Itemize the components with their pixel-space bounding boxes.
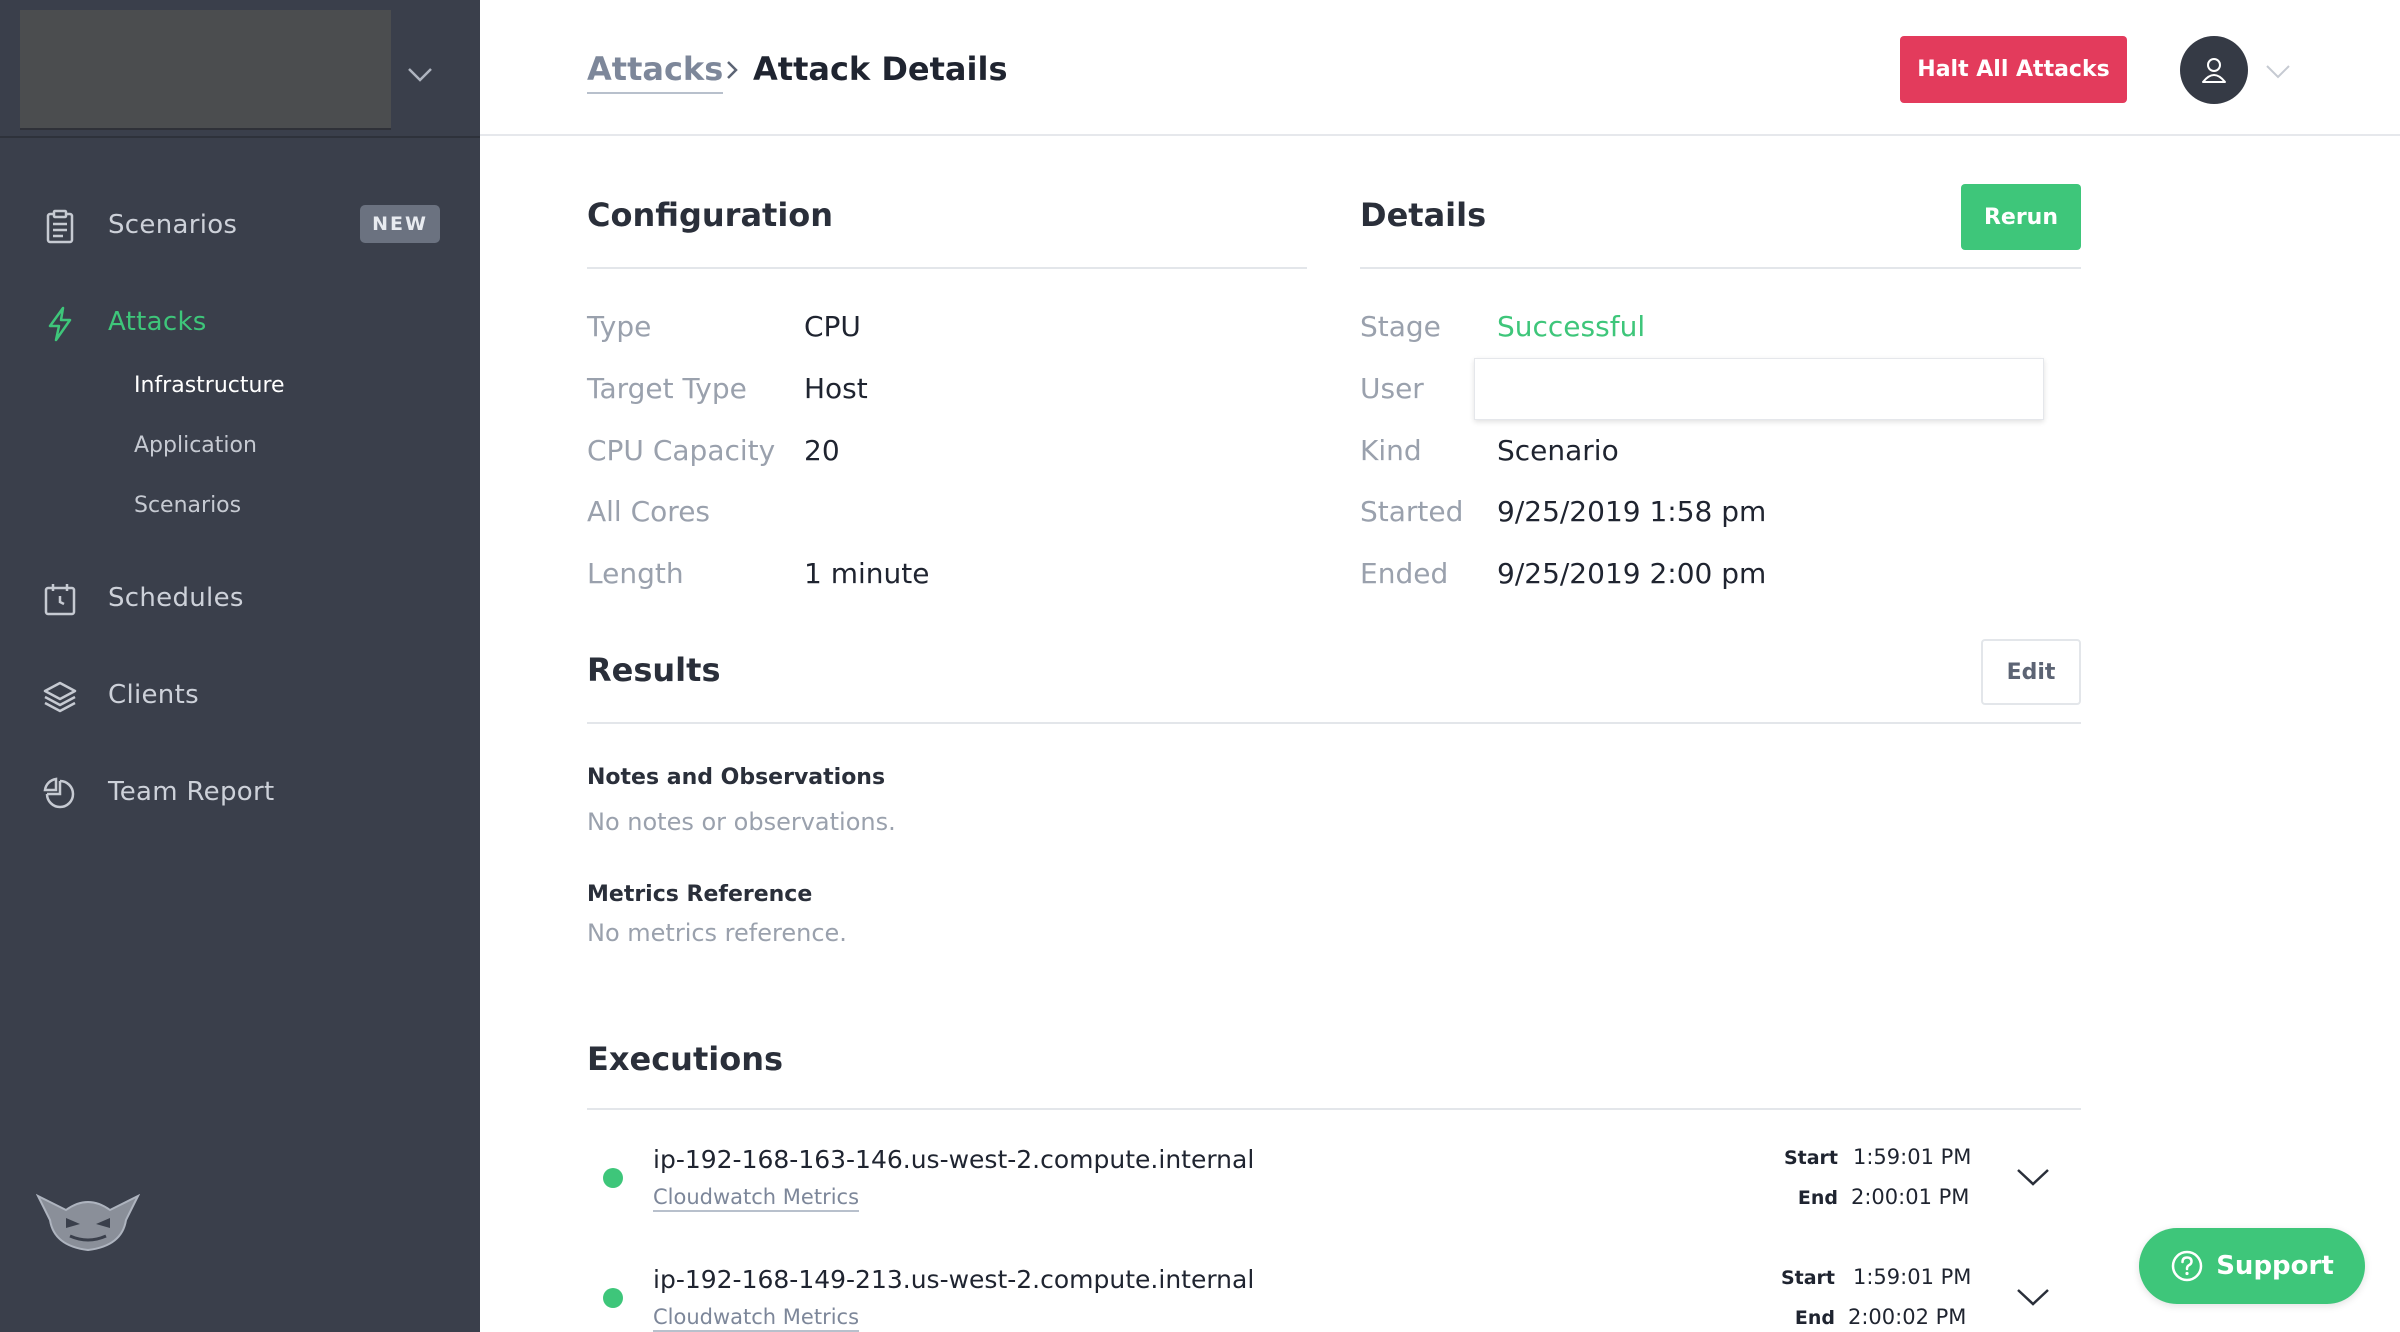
- org-selector[interactable]: [20, 10, 391, 130]
- sidebar-item-team-report[interactable]: Team Report: [0, 762, 480, 822]
- sidebar-item-label: Schedules: [108, 583, 244, 613]
- config-value-target-type: Host: [804, 372, 868, 405]
- sidebar-item-clients[interactable]: Clients: [0, 665, 480, 725]
- sidebar-item-scenarios[interactable]: Scenarios NEW: [0, 195, 480, 255]
- chevron-down-icon[interactable]: [406, 60, 434, 88]
- details-title: Details: [1360, 196, 1487, 234]
- clipboard-icon: [46, 209, 74, 244]
- notes-heading: Notes and Observations: [587, 765, 886, 790]
- start-time: 1:59:01 PM: [1853, 1145, 1972, 1169]
- layers-icon: [43, 681, 77, 713]
- details-value-ended: 9/25/2019 2:00 pm: [1497, 557, 1767, 590]
- sidebar-item-label: Attacks: [108, 307, 207, 337]
- chevron-right-icon: [727, 61, 738, 79]
- sidebar-item-attacks[interactable]: Attacks: [0, 292, 480, 352]
- results-divider: [587, 722, 2081, 724]
- execution-host: ip-192-168-163-146.us-west-2.compute.int…: [653, 1145, 1255, 1174]
- calendar-icon: [44, 584, 76, 616]
- breadcrumb-attacks[interactable]: Attacks: [587, 50, 724, 94]
- rerun-button[interactable]: Rerun: [1961, 184, 2081, 250]
- executions-divider: [587, 1108, 2081, 1110]
- user-icon: [2202, 58, 2226, 83]
- gremlin-logo-icon: [36, 1193, 140, 1252]
- details-value-kind: Scenario: [1497, 434, 1619, 467]
- chevron-down-icon[interactable]: [2264, 58, 2292, 84]
- sidebar-item-label: Team Report: [108, 777, 275, 807]
- details-label-stage: Stage: [1360, 310, 1441, 343]
- support-button[interactable]: Support: [2139, 1228, 2365, 1304]
- new-badge: NEW: [360, 205, 440, 243]
- top-header: Attacks Attack Details Halt All Attacks: [480, 0, 2400, 136]
- page-title: Attack Details: [753, 50, 1008, 88]
- start-label: Start: [1783, 1147, 1838, 1169]
- config-label-type: Type: [587, 310, 652, 343]
- end-time: 2:00:02 PM: [1848, 1305, 1967, 1329]
- sidebar-item-schedules[interactable]: Schedules: [0, 568, 480, 628]
- configuration-divider: [587, 267, 1307, 269]
- sidebar-item-label: Scenarios: [108, 210, 238, 240]
- details-divider: [1360, 267, 2081, 269]
- edit-button[interactable]: Edit: [1981, 639, 2081, 705]
- sidebar-subitem-application[interactable]: Application: [134, 433, 257, 458]
- status-badge: Successful: [1497, 310, 1646, 343]
- start-time: 1:59:01 PM: [1853, 1265, 1972, 1289]
- support-label: Support: [2216, 1251, 2334, 1281]
- executions-title: Executions: [587, 1040, 784, 1078]
- sidebar-subitem-infrastructure[interactable]: Infrastructure: [134, 373, 285, 398]
- details-label-user: User: [1360, 372, 1424, 405]
- halt-all-attacks-button[interactable]: Halt All Attacks: [1900, 36, 2127, 103]
- config-value-type: CPU: [804, 310, 861, 343]
- cloudwatch-metrics-link[interactable]: Cloudwatch Metrics: [653, 1185, 860, 1212]
- config-label-target-type: Target Type: [587, 372, 747, 405]
- details-label-kind: Kind: [1360, 434, 1422, 467]
- details-value-started: 9/25/2019 1:58 pm: [1497, 495, 1767, 528]
- notes-text: No notes or observations.: [587, 808, 896, 836]
- user-value-box: [1474, 358, 2044, 420]
- lightning-icon: [48, 306, 72, 342]
- sidebar: Scenarios NEW Attacks Infrastructure App…: [0, 0, 480, 1332]
- sidebar-subitem-scenarios[interactable]: Scenarios: [134, 493, 241, 518]
- config-label-length: Length: [587, 557, 684, 590]
- config-label-cpu-capacity: CPU Capacity: [587, 434, 776, 467]
- help-icon: [2171, 1250, 2203, 1282]
- avatar[interactable]: [2180, 36, 2248, 104]
- execution-host: ip-192-168-149-213.us-west-2.compute.int…: [653, 1265, 1255, 1294]
- status-dot: [603, 1288, 623, 1308]
- config-value-length: 1 minute: [804, 557, 930, 590]
- status-dot: [603, 1168, 623, 1188]
- pie-chart-icon: [43, 777, 75, 809]
- config-label-all-cores: All Cores: [587, 495, 711, 528]
- metrics-heading: Metrics Reference: [587, 882, 813, 907]
- end-time: 2:00:01 PM: [1851, 1185, 1970, 1209]
- results-title: Results: [587, 651, 721, 689]
- chevron-down-icon[interactable]: [2015, 1285, 2051, 1309]
- cloudwatch-metrics-link[interactable]: Cloudwatch Metrics: [653, 1305, 860, 1332]
- sidebar-item-label: Clients: [108, 680, 199, 710]
- start-label: Start: [1780, 1267, 1835, 1289]
- end-label: End: [1797, 1187, 1838, 1209]
- chevron-down-icon[interactable]: [2015, 1165, 2051, 1189]
- end-label: End: [1794, 1307, 1835, 1329]
- details-label-started: Started: [1360, 495, 1464, 528]
- details-label-ended: Ended: [1360, 557, 1449, 590]
- configuration-title: Configuration: [587, 196, 834, 234]
- metrics-text: No metrics reference.: [587, 919, 847, 947]
- config-value-cpu-capacity: 20: [804, 434, 840, 467]
- sidebar-divider: [0, 136, 480, 138]
